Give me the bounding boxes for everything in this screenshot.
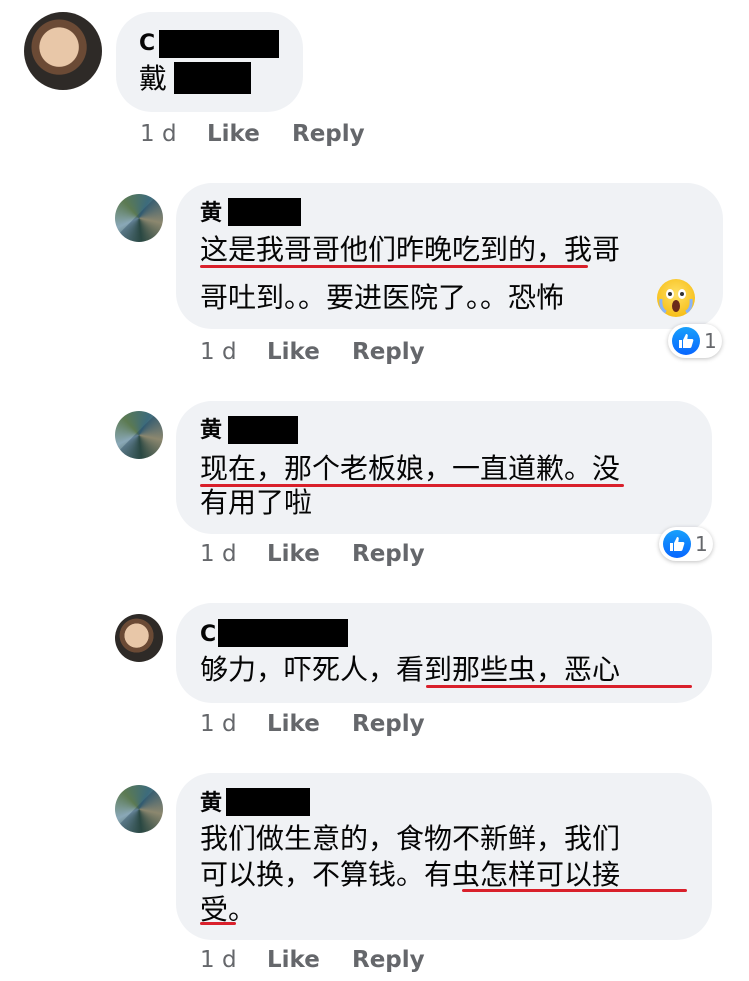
reaction-count: 1 (695, 532, 708, 556)
comment-author[interactable]: C (200, 622, 216, 648)
redaction-bar (159, 30, 279, 58)
like-button[interactable]: Like (267, 711, 320, 737)
comment-author[interactable]: C (139, 31, 155, 57)
comment-timestamp[interactable]: 1 d (200, 711, 237, 737)
reaction-count: 1 (704, 329, 717, 353)
highlight-underline (200, 922, 236, 925)
highlight-underline (426, 685, 692, 688)
comment-author[interactable]: 黄 (200, 201, 222, 227)
redaction-bar (226, 788, 310, 816)
redaction-bar (174, 62, 251, 94)
redaction-bar (218, 619, 348, 647)
comment-timestamp[interactable]: 1 d (140, 121, 177, 147)
reply-button[interactable]: Reply (352, 541, 425, 567)
avatar[interactable] (24, 12, 102, 90)
comment-text-line: 现在，那个老板娘，一直道歉。没 (200, 452, 621, 485)
comment-text-line: 我们做生意的，食物不新鲜，我们 (200, 822, 621, 855)
thumbs-up-icon (663, 530, 691, 558)
scream-emoji-icon (657, 279, 695, 317)
reply-button[interactable]: Reply (352, 711, 425, 737)
comment-text-line: 有用了啦 (200, 486, 313, 519)
like-button[interactable]: Like (207, 121, 260, 147)
comment-text-line: 戴 (139, 62, 168, 95)
thumbs-up-icon (672, 327, 700, 355)
like-button[interactable]: Like (267, 339, 320, 365)
redaction-bar (228, 416, 298, 444)
reply-button[interactable]: Reply (352, 339, 425, 365)
reply-button[interactable]: Reply (292, 121, 365, 147)
comment-timestamp[interactable]: 1 d (200, 541, 237, 567)
reaction-badge[interactable]: 1 (668, 324, 722, 358)
reaction-badge[interactable]: 1 (659, 527, 713, 561)
comment-text-line: 哥吐到。。要进医院了。。恐怖 (200, 281, 565, 314)
redaction-bar (228, 198, 301, 226)
comment-timestamp[interactable]: 1 d (200, 339, 237, 365)
comment-text-line: 这是我哥哥他们昨晚吃到的，我哥 (200, 233, 621, 266)
like-button[interactable]: Like (267, 947, 320, 973)
avatar[interactable] (115, 785, 163, 833)
highlight-underline (200, 265, 588, 268)
comment-author[interactable]: 黄 (200, 418, 222, 444)
reply-button[interactable]: Reply (352, 947, 425, 973)
avatar[interactable] (115, 194, 163, 242)
comment-text-line: 够力，吓死人，看到那些虫，恶心 (200, 653, 621, 686)
avatar[interactable] (115, 411, 163, 459)
like-button[interactable]: Like (267, 541, 320, 567)
highlight-underline (462, 889, 687, 892)
comment-timestamp[interactable]: 1 d (200, 947, 237, 973)
comment-author[interactable]: 黄 (200, 791, 222, 817)
avatar[interactable] (115, 614, 163, 662)
